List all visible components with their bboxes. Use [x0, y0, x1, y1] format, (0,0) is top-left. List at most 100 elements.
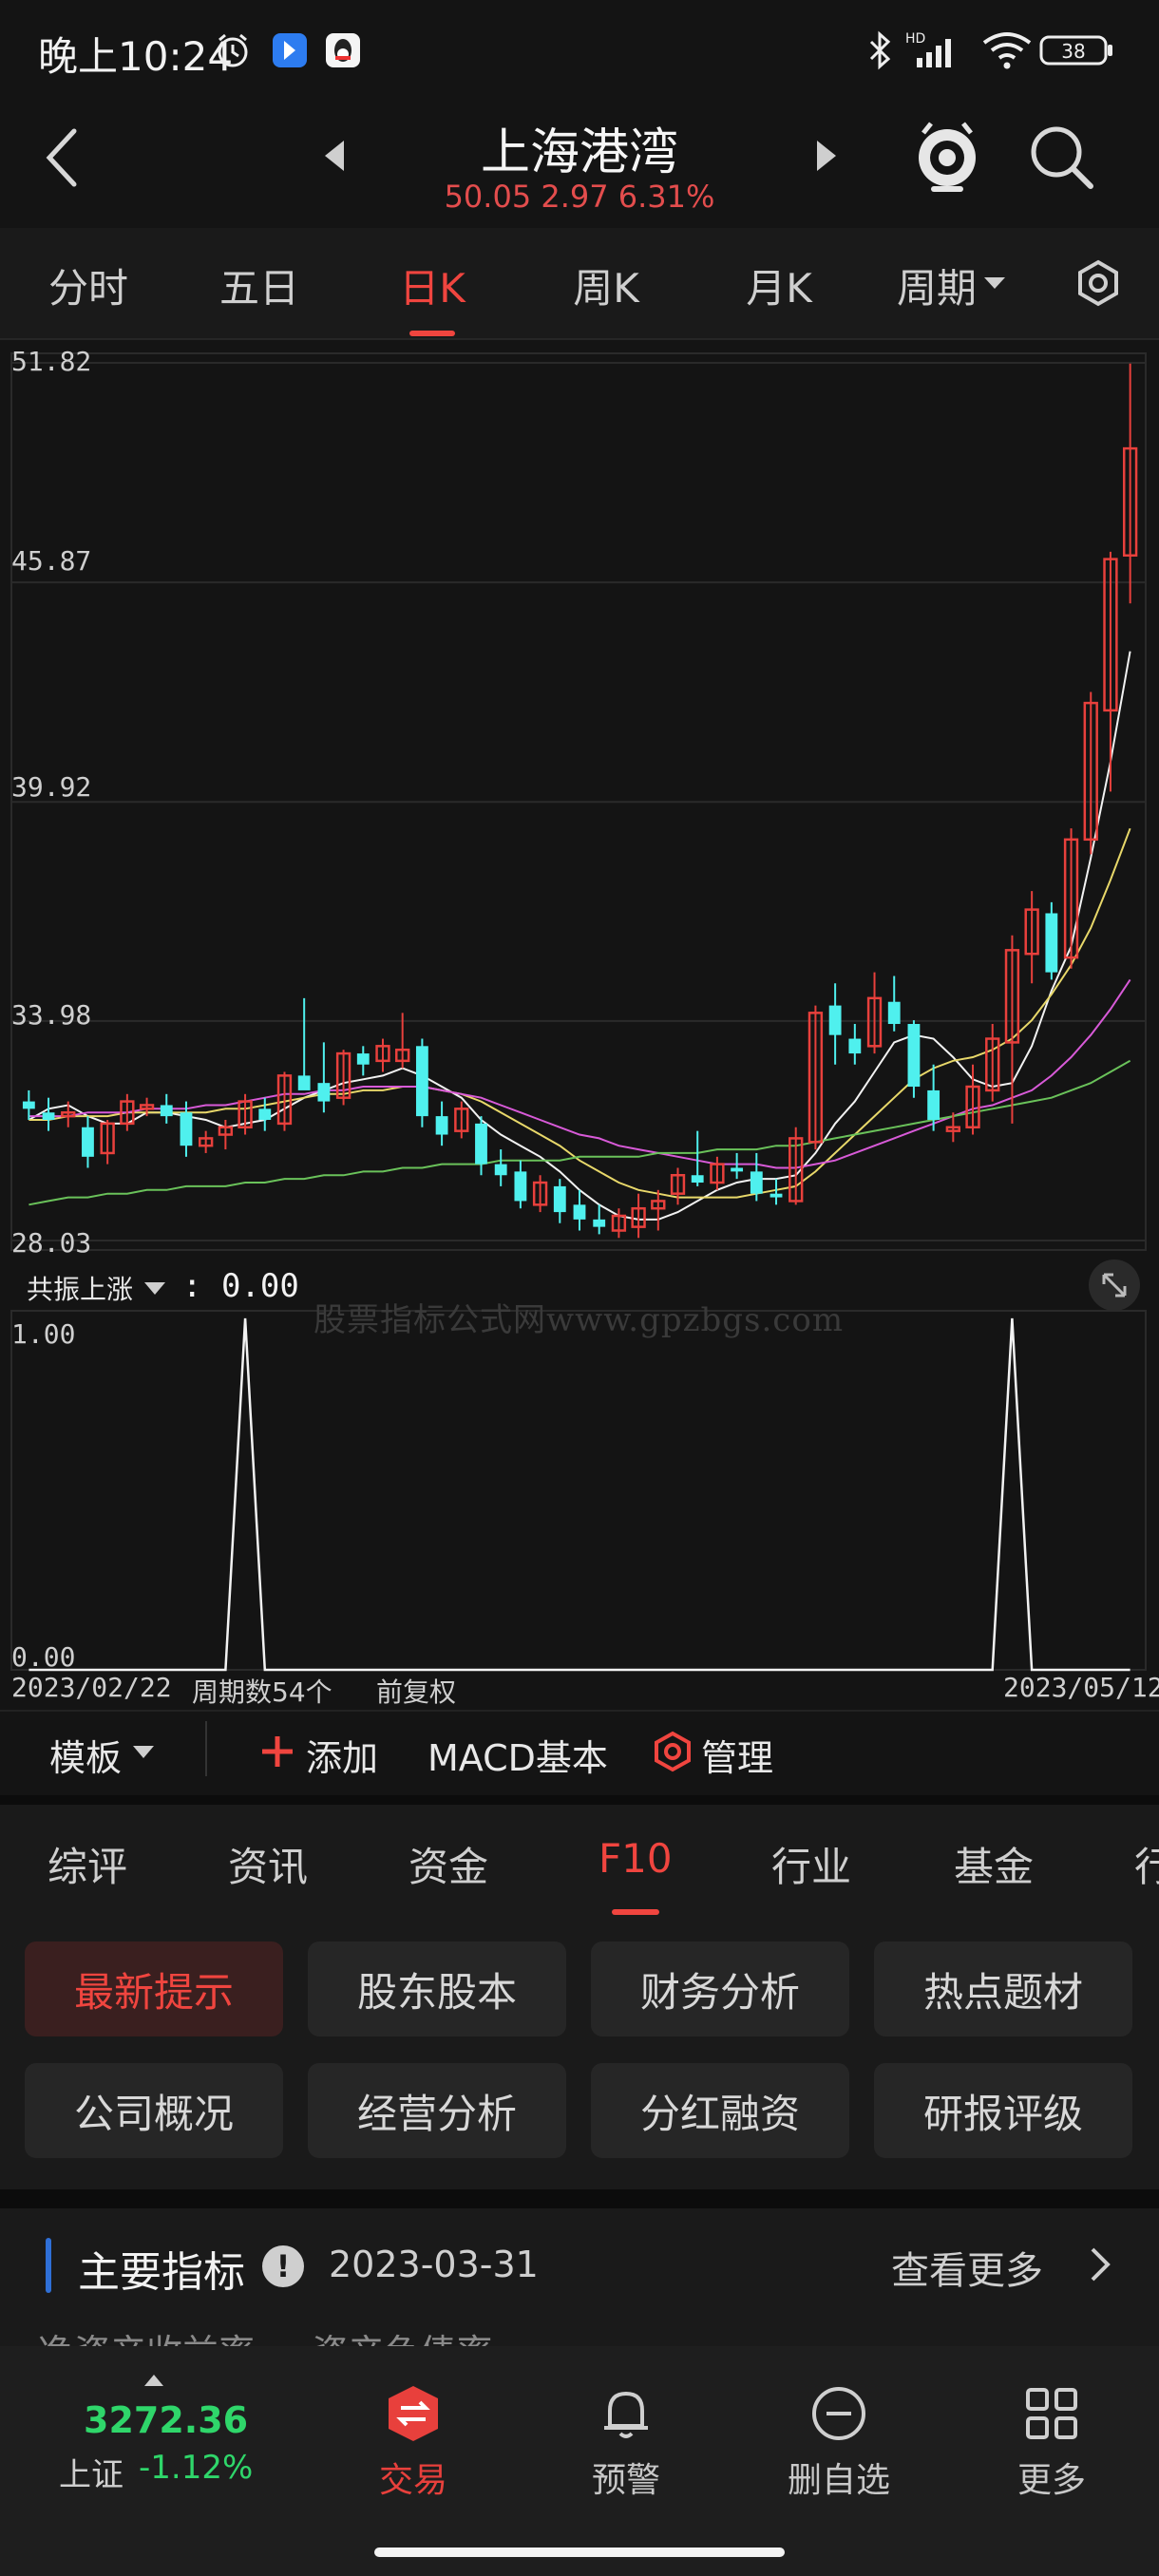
alarm-icon — [211, 28, 255, 72]
settings-icon[interactable] — [1074, 258, 1123, 308]
tab-wuri[interactable]: 五日 — [207, 256, 312, 314]
tab-zixun[interactable]: 资讯 — [228, 1835, 308, 1893]
macd-button[interactable]: MACD基本 — [428, 1729, 608, 1781]
toolbar-divider — [205, 1721, 207, 1776]
candle-down — [160, 1105, 173, 1117]
indicator-tick-top: 1.00 — [11, 1318, 76, 1350]
active-section-indicator — [612, 1909, 659, 1915]
trade-icon[interactable] — [384, 2384, 443, 2443]
btn-financial-analysis[interactable]: 财务分析 — [591, 1941, 849, 2036]
price-tick-label: 33.98 — [11, 999, 92, 1031]
date-end: 2023/05/12 — [1003, 1672, 1159, 1703]
watermark: 股票指标公式网www.gpzbgs.com — [314, 1301, 845, 1339]
candle-down — [22, 1101, 35, 1109]
btn-operations[interactable]: 经营分析 — [308, 2063, 566, 2158]
signal-icon: HD — [902, 28, 969, 72]
btn-dividends[interactable]: 分红融资 — [591, 2063, 849, 2158]
mascot-icon[interactable] — [912, 118, 982, 194]
candle-down — [770, 1193, 783, 1198]
section-spacer — [0, 2189, 1159, 2208]
manage-icon[interactable] — [652, 1731, 694, 1772]
tab-zhouqi[interactable]: 周期 — [889, 256, 984, 314]
tab-rik[interactable]: 日K — [380, 256, 484, 314]
view-more-link[interactable]: 查看更多 — [891, 2240, 1043, 2295]
indicator-frame — [10, 1310, 1147, 1671]
candle-down — [415, 1046, 428, 1117]
price-tick-label: 39.92 — [11, 771, 92, 803]
candle-down — [475, 1123, 487, 1165]
chevron-down-icon[interactable] — [131, 1744, 156, 1761]
candlestick-chart[interactable] — [0, 342, 1159, 1254]
qq-icon — [323, 28, 363, 72]
btn-company-profile[interactable]: 公司概况 — [25, 2063, 283, 2158]
chevron-right-icon[interactable] — [1085, 2244, 1113, 2285]
candle-down — [731, 1167, 744, 1172]
btn-hot-topics[interactable]: 热点题材 — [874, 1941, 1132, 2036]
candle-down — [907, 1024, 921, 1088]
indicator-row-partial: 净资产收益率 ... 资产负债率 — [38, 2323, 492, 2348]
candle-down — [258, 1108, 272, 1120]
grid-more-icon[interactable] — [1022, 2384, 1081, 2443]
search-icon[interactable] — [1026, 122, 1096, 192]
tab-zijin[interactable]: 资金 — [408, 1835, 488, 1893]
network-hd-label: HD — [905, 31, 925, 47]
battery-level: 38 — [1061, 40, 1085, 63]
nav-trade[interactable]: 交易 — [337, 2453, 489, 2502]
candle-down — [848, 1038, 862, 1054]
btn-research-rating[interactable]: 研报评级 — [874, 2063, 1132, 2158]
report-date: 2023-03-31 — [329, 2244, 539, 2285]
bell-icon[interactable] — [597, 2384, 656, 2443]
indicator-dropdown-icon[interactable] — [142, 1280, 167, 1297]
btn-shareholders[interactable]: 股东股本 — [308, 1941, 566, 2036]
candle-down — [1045, 913, 1058, 973]
index-change: -1.12% — [139, 2449, 254, 2487]
expand-icon[interactable] — [1089, 1260, 1140, 1311]
chevron-down-icon[interactable] — [982, 274, 1007, 293]
tab-f10[interactable]: F10 — [598, 1835, 673, 1882]
section-accent-bar — [46, 2238, 51, 2293]
template-button[interactable]: 模板 — [49, 1729, 122, 1781]
candle-down — [593, 1219, 606, 1227]
candle-down — [887, 1001, 901, 1025]
candle-down — [356, 1053, 370, 1065]
plus-icon[interactable] — [258, 1733, 296, 1771]
nav-more[interactable]: 更多 — [976, 2453, 1128, 2502]
tab-hangye[interactable]: 行业 — [771, 1835, 851, 1893]
status-time: 晚上10:24 — [38, 33, 234, 80]
tab-zhouk[interactable]: 周K — [554, 256, 658, 314]
nav-remove-watchlist[interactable]: 删自选 — [763, 2453, 915, 2502]
ma-line — [28, 827, 1131, 1199]
stock-name: 上海港湾 — [480, 124, 678, 181]
candle-down — [573, 1204, 586, 1220]
candle-down — [317, 1083, 331, 1102]
home-indicator[interactable] — [374, 2548, 785, 2557]
tab-yuek[interactable]: 月K — [727, 256, 831, 314]
caret-up-icon[interactable] — [142, 2373, 165, 2388]
candle-down — [494, 1164, 507, 1176]
battery-icon: 38 — [1039, 28, 1115, 72]
adjust-mode[interactable]: 前复权 — [376, 1672, 456, 1710]
candle-down — [828, 1005, 842, 1035]
price-tick-label: 45.87 — [11, 545, 92, 577]
bluetooth-icon — [863, 28, 897, 72]
next-stock-icon[interactable] — [809, 135, 842, 177]
indicator-name[interactable]: 共振上涨 — [27, 1269, 133, 1307]
indicator-value: : 0.00 — [182, 1267, 299, 1305]
price-tick-label: 28.03 — [11, 1227, 92, 1259]
index-value[interactable]: 3272.36 — [84, 2399, 248, 2441]
candle-down — [553, 1185, 566, 1213]
tab-jijin[interactable]: 基金 — [954, 1835, 1034, 1893]
remove-watchlist-icon[interactable] — [809, 2384, 868, 2443]
candle-down — [82, 1127, 94, 1157]
ma-line — [28, 1059, 1131, 1206]
info-icon[interactable]: ! — [262, 2245, 304, 2287]
tab-zongping[interactable]: 综评 — [48, 1835, 127, 1893]
candlestick-chart-area[interactable] — [0, 342, 1159, 1254]
btn-latest-tips[interactable]: 最新提示 — [25, 1941, 283, 2036]
tab-overflow[interactable]: 行 — [1134, 1835, 1159, 1893]
manage-button[interactable]: 管理 — [701, 1729, 773, 1781]
candle-down — [297, 1075, 311, 1090]
nav-alert[interactable]: 预警 — [550, 2453, 702, 2502]
tab-fenshi[interactable]: 分时 — [36, 256, 141, 314]
add-indicator-button[interactable]: 添加 — [306, 1729, 378, 1781]
